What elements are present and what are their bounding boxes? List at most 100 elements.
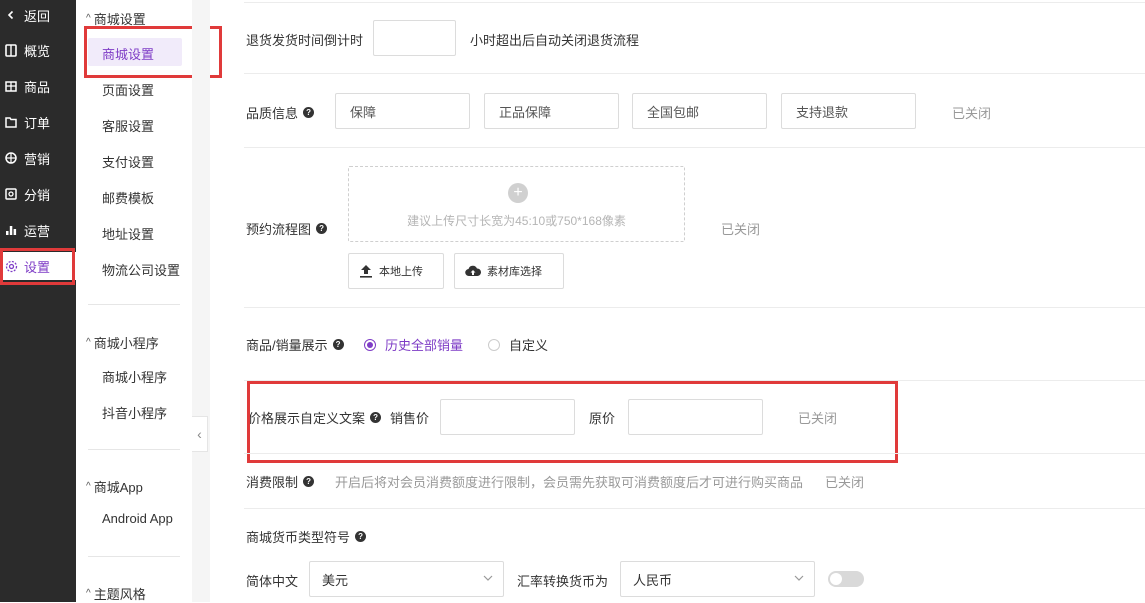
quality-label: 品质信息 ? bbox=[246, 103, 315, 122]
quality-label-text: 品质信息 bbox=[246, 106, 299, 121]
image-upload-area[interactable]: + 建议上传尺寸长宽为45:10或750*168像素 bbox=[348, 166, 685, 242]
local-upload-button[interactable]: 本地上传 bbox=[348, 253, 444, 289]
chevron-down-icon bbox=[794, 573, 804, 586]
chevron-left-icon: ‹ bbox=[197, 426, 202, 442]
upload-hint: 建议上传尺寸长宽为45:10或750*168像素 bbox=[407, 214, 626, 228]
help-icon[interactable]: ? bbox=[316, 223, 328, 234]
chevron-left-icon bbox=[4, 8, 18, 22]
quality-input-4[interactable]: 支持退款 bbox=[781, 93, 916, 129]
sidebar-item-shipping-template[interactable]: 邮费模板 bbox=[102, 188, 154, 207]
consume-description: 开启后将对会员消费额度进行限制，会员需先获取可消费额度后才可进行购买商品 bbox=[335, 475, 804, 490]
sidebar-item-logistics-settings[interactable]: 物流公司设置 bbox=[102, 260, 180, 279]
group-mini-program[interactable]: ^ 商城小程序 bbox=[86, 333, 159, 352]
booking-label: 预约流程图 ? bbox=[246, 219, 328, 238]
radio-custom[interactable]: 自定义 bbox=[488, 335, 548, 354]
booking-label-text: 预约流程图 bbox=[246, 222, 312, 237]
consume-label-text: 消费限制 bbox=[246, 475, 299, 490]
plus-icon: + bbox=[508, 183, 528, 203]
row-divider bbox=[244, 2, 1145, 3]
row-divider bbox=[244, 508, 1145, 509]
consume-status[interactable]: 已关闭 bbox=[825, 472, 864, 491]
radio-dot bbox=[364, 338, 376, 351]
row-divider bbox=[244, 453, 1145, 454]
group-label: 商城小程序 bbox=[93, 336, 159, 351]
row-divider bbox=[244, 73, 1145, 74]
consume-label: 消费限制 ? bbox=[246, 472, 315, 491]
nav-back-label: 返回 bbox=[24, 8, 51, 24]
bar-chart-icon bbox=[4, 223, 18, 237]
group-label: 商城App bbox=[93, 480, 143, 495]
annotation-highlight-box bbox=[0, 248, 75, 285]
group-mall-app[interactable]: ^ 商城App bbox=[86, 477, 143, 496]
booking-status[interactable]: 已关闭 bbox=[721, 219, 760, 238]
nav-item-products[interactable]: 商品 bbox=[0, 72, 76, 100]
nav-item-distribution[interactable]: 分销 bbox=[0, 180, 76, 208]
nav-item-overview[interactable]: 概览 bbox=[0, 36, 76, 64]
settings-form: 退货发货时间倒计时 小时超出后自动关闭退货流程 品质信息 ? 保障 正品保障 全… bbox=[230, 0, 1145, 602]
content-gutter bbox=[192, 0, 210, 602]
sidebar-item-page-settings[interactable]: 页面设置 bbox=[102, 80, 154, 99]
radio-history-sales[interactable]: 历史全部销量 bbox=[364, 335, 463, 354]
radio-label: 自定义 bbox=[509, 338, 549, 353]
quality-input-1[interactable]: 保障 bbox=[335, 93, 470, 129]
nav-item-label: 分销 bbox=[24, 187, 51, 203]
sidebar-item-android-app[interactable]: Android App bbox=[102, 511, 173, 526]
nav-item-label: 概览 bbox=[24, 43, 51, 59]
currency-lang-label: 简体中文 bbox=[246, 574, 299, 589]
caret-up-icon: ^ bbox=[86, 481, 91, 492]
sidebar-item-payment-settings[interactable]: 支付设置 bbox=[102, 152, 154, 171]
nav-item-label: 运营 bbox=[24, 223, 51, 239]
return-timer-input[interactable] bbox=[373, 20, 456, 56]
nav-item-label: 营销 bbox=[24, 151, 51, 167]
order-icon bbox=[4, 115, 18, 129]
quality-status[interactable]: 已关闭 bbox=[952, 103, 991, 122]
cloud-upload-icon bbox=[465, 264, 481, 278]
library-select-button[interactable]: 素材库选择 bbox=[454, 253, 564, 289]
radio-dot bbox=[488, 338, 500, 351]
quality-input-2[interactable]: 正品保障 bbox=[484, 93, 619, 129]
nav-item-label: 订单 bbox=[24, 115, 51, 131]
row-divider bbox=[244, 307, 1145, 308]
chevron-down-icon bbox=[483, 573, 493, 586]
convert-select-value: 人民币 bbox=[633, 572, 673, 588]
currency-select-value: 美元 bbox=[322, 572, 349, 588]
currency-select[interactable]: 美元 bbox=[309, 561, 504, 597]
sidebar-item-service-settings[interactable]: 客服设置 bbox=[102, 116, 154, 135]
main-nav: 返回 概览 商品 订单 营销 分销 运营 设置 bbox=[0, 0, 76, 602]
group-theme[interactable]: ^ 主题风格 bbox=[86, 584, 146, 603]
row-divider bbox=[244, 147, 1145, 148]
caret-up-icon: ^ bbox=[86, 588, 91, 599]
return-timer-label: 退货发货时间倒计时 bbox=[246, 33, 364, 48]
convert-currency-select[interactable]: 人民币 bbox=[620, 561, 815, 597]
product-icon bbox=[4, 79, 18, 93]
sidebar-item-address-settings[interactable]: 地址设置 bbox=[102, 224, 154, 243]
annotation-highlight-box bbox=[247, 381, 898, 463]
currency-label-text: 商城货币类型符号 bbox=[246, 530, 351, 545]
help-icon[interactable]: ? bbox=[303, 107, 315, 118]
nav-item-orders[interactable]: 订单 bbox=[0, 108, 76, 136]
sales-label: 商品/销量展示 ? bbox=[246, 335, 344, 354]
currency-convert-toggle[interactable] bbox=[828, 571, 864, 587]
group-label: 主题风格 bbox=[93, 587, 146, 602]
sidebar-item-mini-program[interactable]: 商城小程序 bbox=[102, 367, 167, 386]
nav-item-operations[interactable]: 运营 bbox=[0, 216, 76, 244]
collapse-sidebar-button[interactable]: ‹ bbox=[192, 416, 208, 452]
overview-icon bbox=[4, 43, 18, 57]
settings-sidebar: ^ 商城设置 商城设置 页面设置 客服设置 支付设置 邮费模板 地址设置 物流公… bbox=[76, 0, 222, 603]
help-icon[interactable]: ? bbox=[303, 476, 315, 487]
caret-up-icon: ^ bbox=[86, 337, 91, 348]
currency-label: 商城货币类型符号 ? bbox=[246, 527, 367, 546]
help-icon[interactable]: ? bbox=[332, 339, 344, 350]
sales-label-text: 商品/销量展示 bbox=[246, 338, 328, 353]
quality-input-3[interactable]: 全国包邮 bbox=[632, 93, 767, 129]
divider bbox=[88, 556, 180, 557]
nav-item-label: 商品 bbox=[24, 79, 51, 95]
caret-up-icon: ^ bbox=[86, 13, 91, 24]
sidebar-item-douyin-mini[interactable]: 抖音小程序 bbox=[102, 403, 167, 422]
marketing-icon bbox=[4, 151, 18, 165]
help-icon[interactable]: ? bbox=[355, 531, 367, 542]
divider bbox=[88, 449, 180, 450]
upload-icon bbox=[359, 264, 373, 278]
nav-back[interactable]: 返回 bbox=[0, 1, 76, 29]
nav-item-marketing[interactable]: 营销 bbox=[0, 144, 76, 172]
